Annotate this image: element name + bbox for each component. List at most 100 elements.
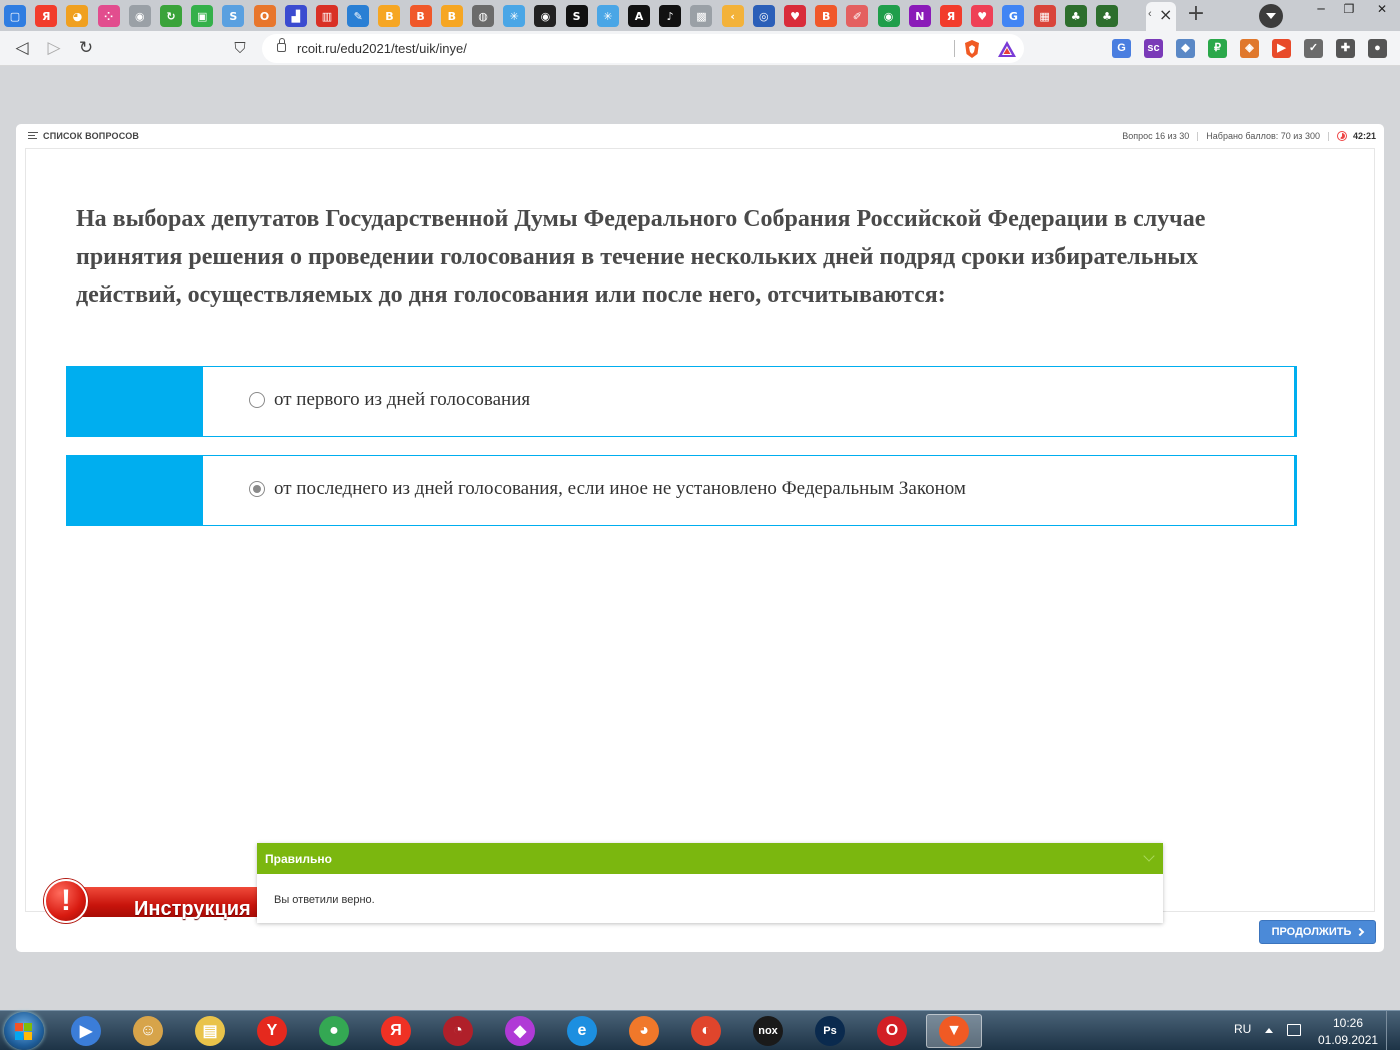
brave-app[interactable]: ▼: [926, 1014, 982, 1048]
shield-ext-icon[interactable]: ✓: [1304, 39, 1323, 58]
photoshop-app[interactable]: Ps: [802, 1014, 858, 1048]
messenger-tab-icon[interactable]: ▢: [4, 5, 26, 27]
chevron-down-icon[interactable]: [1143, 850, 1155, 862]
arrow-tab-icon[interactable]: ‹: [721, 5, 744, 27]
answer-radio[interactable]: [249, 481, 265, 497]
nox-app[interactable]: nox: [740, 1014, 796, 1048]
seo-tab-icon[interactable]: S: [565, 5, 588, 27]
answer-radio[interactable]: [249, 392, 265, 408]
tab-search-button[interactable]: [1259, 4, 1283, 28]
a-tab-icon[interactable]: A: [628, 5, 650, 27]
question-list-label[interactable]: СПИСОК ВОПРОСОВ: [43, 131, 139, 141]
media-player-app[interactable]: ▶: [58, 1014, 114, 1048]
lock-icon[interactable]: [277, 38, 286, 52]
refresh-tab-icon[interactable]: ↻: [160, 5, 182, 27]
n-tab-icon[interactable]: N: [908, 5, 931, 27]
firefox-app[interactable]: ◕: [616, 1014, 672, 1048]
user-ext-icon[interactable]: ●: [1368, 39, 1387, 58]
continue-label[interactable]: ПРОДОЛЖИТЬ: [1272, 926, 1352, 938]
polypane-app[interactable]: ◆: [492, 1014, 548, 1048]
comodo-app[interactable]: ◔: [430, 1014, 486, 1048]
box-tab-icon[interactable]: ▩: [690, 5, 713, 27]
play-ext-icon[interactable]: ▶: [1272, 39, 1291, 58]
minimize-window-icon[interactable]: ─: [1306, 0, 1336, 20]
opera-app[interactable]: O: [864, 1014, 920, 1048]
answer-label[interactable]: от первого из дней голосования: [274, 389, 530, 411]
bookmark-icon[interactable]: ⛉: [228, 37, 252, 61]
puzzle-ext-icon[interactable]: ✚: [1336, 39, 1355, 58]
yandex2-tab-icon[interactable]: Я: [940, 5, 962, 27]
target-tab-icon[interactable]: ◎: [752, 5, 775, 27]
chrome-app[interactable]: ●: [306, 1014, 362, 1048]
feedback-header[interactable]: Правильно: [257, 843, 1163, 874]
heart-tab-icon[interactable]: ♥: [784, 5, 806, 27]
answer-option-1[interactable]: от первого из дней голосования: [66, 366, 1297, 437]
translate-ext-icon[interactable]: G: [1112, 39, 1131, 58]
circle-tab-icon[interactable]: ◉: [877, 5, 900, 27]
ruble-ext-icon[interactable]: ₽: [1208, 39, 1227, 58]
blogger2-tab-icon[interactable]: B: [440, 5, 463, 27]
sc-ext-icon[interactable]: sc: [1144, 39, 1163, 58]
pie-tab-icon[interactable]: ◕: [66, 5, 89, 27]
new-tab-button[interactable]: +: [1184, 3, 1208, 26]
globe-tab-icon[interactable]: ◍: [472, 5, 494, 27]
snow-tab-icon[interactable]: ✳: [503, 5, 526, 27]
blogger-tab-icon[interactable]: B: [378, 5, 401, 27]
serf-tab-icon[interactable]: S: [222, 5, 245, 27]
yandex-tab-icon[interactable]: Я: [35, 5, 58, 27]
url-text[interactable]: rcoit.ru/edu2021/test/uik/inye/: [297, 41, 467, 56]
restore-window-icon[interactable]: ❐: [1334, 0, 1364, 20]
active-tab[interactable]: ‹ ×: [1146, 2, 1176, 31]
continue-button[interactable]: ПРОДОЛЖИТЬ: [1259, 920, 1376, 944]
show-desktop-button[interactable]: [1386, 1011, 1400, 1050]
green-tab-icon[interactable]: ▣: [191, 5, 214, 27]
question-list-button[interactable]: СПИСОК ВОПРОСОВ: [28, 131, 139, 141]
onlysurf-tab-icon[interactable]: O: [253, 5, 276, 27]
answer-option-2[interactable]: от последнего из дней голосования, если …: [66, 455, 1297, 526]
snow2-tab-icon[interactable]: ✳: [596, 5, 619, 27]
blogger3-tab-icon[interactable]: B: [815, 5, 838, 27]
feather-tab-icon[interactable]: ✐: [846, 5, 869, 27]
contacts-app[interactable]: ☺: [120, 1014, 176, 1048]
brave-shield-icon[interactable]: [962, 39, 982, 59]
answer-strip: [67, 367, 203, 436]
clock-time[interactable]: 10:26: [1333, 1016, 1363, 1030]
yandex-browser-app-icon: Y: [257, 1016, 287, 1046]
instruction-button[interactable]: Инструкция !: [44, 879, 280, 923]
clock-date[interactable]: 01.09.2021: [1318, 1033, 1378, 1047]
cent-app[interactable]: ◐: [678, 1014, 734, 1048]
instruction-label[interactable]: Инструкция: [134, 898, 251, 921]
forward-icon[interactable]: ▷: [42, 37, 66, 61]
yandex-app[interactable]: Я: [368, 1014, 424, 1048]
language-indicator[interactable]: RU: [1234, 1022, 1251, 1036]
tiktok-tab-icon[interactable]: ♪: [659, 5, 682, 27]
chart-tab-icon[interactable]: ▟: [284, 5, 307, 27]
network-icon[interactable]: [1287, 1024, 1301, 1036]
google-tab-icon[interactable]: G: [1002, 5, 1025, 27]
address-bar[interactable]: rcoit.ru/edu2021/test/uik/inye/: [262, 34, 1024, 63]
bars-tab-icon[interactable]: ▥: [316, 5, 338, 27]
eye-dark-tab-icon[interactable]: ◉: [534, 5, 557, 27]
close-tab-icon[interactable]: ×: [1159, 5, 1172, 24]
answer-label[interactable]: от последнего из дней голосования, если …: [274, 478, 966, 500]
eye-tab-icon[interactable]: ◉: [128, 5, 151, 27]
b-red-tab-icon[interactable]: B: [409, 5, 432, 27]
ie-app[interactable]: e: [554, 1014, 610, 1048]
close-window-icon[interactable]: ✕: [1364, 0, 1400, 20]
media-player-app-icon: ▶: [71, 1016, 101, 1046]
pocket-tab-icon[interactable]: ♥: [971, 5, 994, 27]
people-tab-icon[interactable]: ♣: [1064, 5, 1087, 27]
pin-tab-icon[interactable]: ✎: [347, 5, 370, 27]
tray-expand-icon[interactable]: [1265, 1028, 1273, 1033]
lock-ext-icon[interactable]: ◆: [1176, 39, 1195, 58]
brave-rewards-icon[interactable]: [997, 39, 1017, 59]
explorer-app[interactable]: ▤: [182, 1014, 238, 1048]
cube-ext-icon[interactable]: ◈: [1240, 39, 1259, 58]
dots-tab-icon[interactable]: ⁘: [97, 5, 120, 27]
grid-tab-icon[interactable]: ▦: [1033, 5, 1056, 27]
yandex-browser-app[interactable]: Y: [244, 1014, 300, 1048]
reload-icon[interactable]: ↻: [74, 37, 98, 61]
back-icon[interactable]: ◁: [10, 37, 34, 61]
people2-tab-icon[interactable]: ♣: [1096, 5, 1118, 27]
start-button[interactable]: [4, 1012, 44, 1050]
